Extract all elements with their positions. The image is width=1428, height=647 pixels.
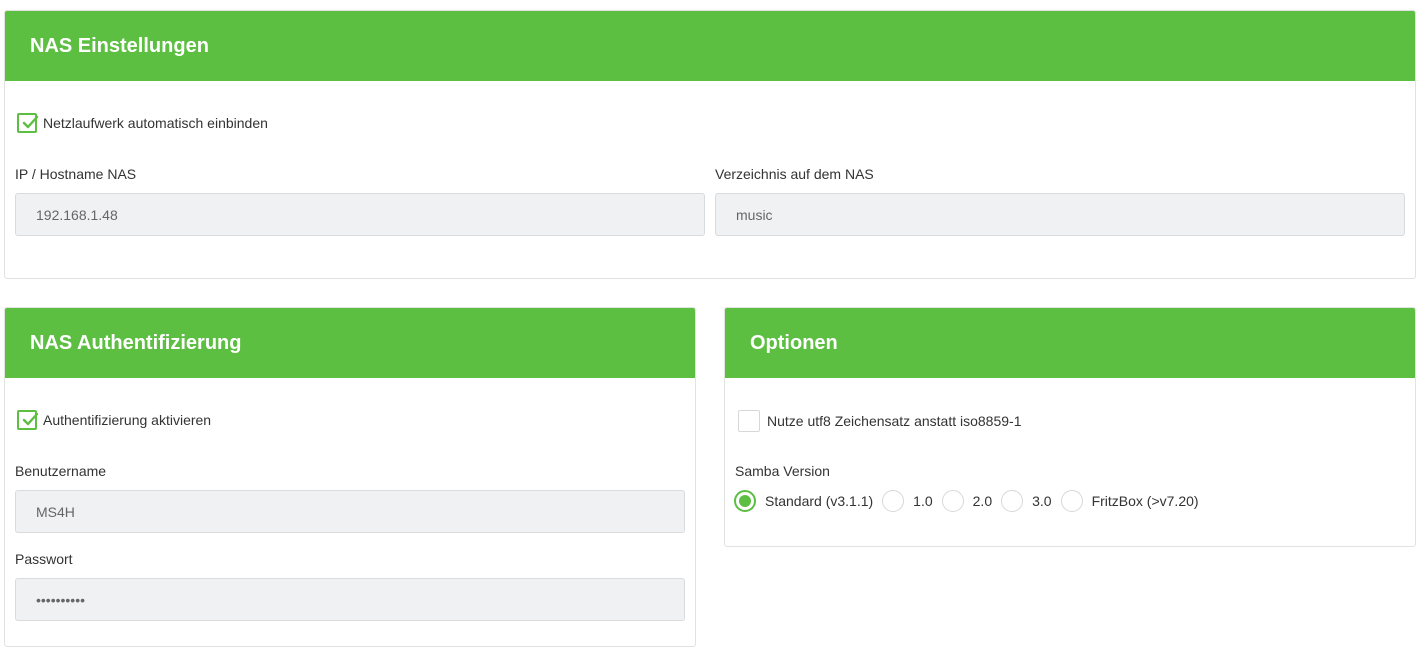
host-label: IP / Hostname NAS (15, 166, 137, 182)
samba-radio-3-0[interactable] (1001, 490, 1024, 512)
utf8-checkbox[interactable] (738, 410, 760, 432)
password-input[interactable] (15, 578, 685, 621)
dir-label: Verzeichnis auf dem NAS (715, 166, 874, 182)
samba-version-label: Samba Version (735, 463, 830, 479)
samba-radio-1-0-label: 1.0 (913, 493, 933, 509)
auto-mount-checkbox-row[interactable]: Netzlaufwerk automatisch einbinden (17, 113, 268, 133)
auto-mount-label: Netzlaufwerk automatisch einbinden (43, 115, 268, 131)
username-input[interactable] (15, 490, 685, 533)
samba-radio-standard[interactable] (734, 490, 756, 512)
samba-radio-2-0-label: 2.0 (972, 493, 993, 509)
username-label: Benutzername (15, 463, 107, 479)
samba-version-radio-group: Standard (v3.1.1) 1.0 2.0 3.0 FritzBox (… (734, 490, 1208, 512)
check-icon (22, 412, 39, 426)
utf8-checkbox-row[interactable]: Nutze utf8 Zeichensatz anstatt iso8859-1 (738, 410, 1021, 432)
samba-radio-fritzbox[interactable] (1060, 490, 1083, 512)
host-input[interactable] (15, 193, 705, 236)
options-header: Optionen (725, 308, 1415, 378)
samba-radio-1-0[interactable] (882, 490, 905, 512)
nas-settings-card: NAS Einstellungen (4, 10, 1416, 279)
nas-auth-title: NAS Authentifizierung (30, 331, 242, 354)
utf8-label: Nutze utf8 Zeichensatz anstatt iso8859-1 (767, 413, 1022, 429)
nas-settings-title: NAS Einstellungen (30, 34, 209, 57)
auto-mount-checkbox[interactable] (17, 113, 39, 133)
dir-input[interactable] (715, 193, 1405, 236)
auth-enable-checkbox-row[interactable]: Authentifizierung aktivieren (17, 410, 211, 430)
nas-auth-header: NAS Authentifizierung (5, 308, 695, 378)
password-label: Passwort (15, 551, 73, 567)
auth-enable-label: Authentifizierung aktivieren (43, 412, 212, 428)
options-title: Optionen (750, 331, 838, 354)
nas-settings-header: NAS Einstellungen (5, 11, 1415, 81)
samba-radio-3-0-label: 3.0 (1032, 493, 1052, 509)
check-icon (22, 115, 39, 129)
samba-radio-2-0[interactable] (941, 490, 964, 512)
samba-radio-standard-label: Standard (v3.1.1) (765, 493, 874, 509)
samba-radio-fritzbox-label: FritzBox (>v7.20) (1091, 493, 1199, 509)
auth-enable-checkbox[interactable] (17, 410, 39, 430)
